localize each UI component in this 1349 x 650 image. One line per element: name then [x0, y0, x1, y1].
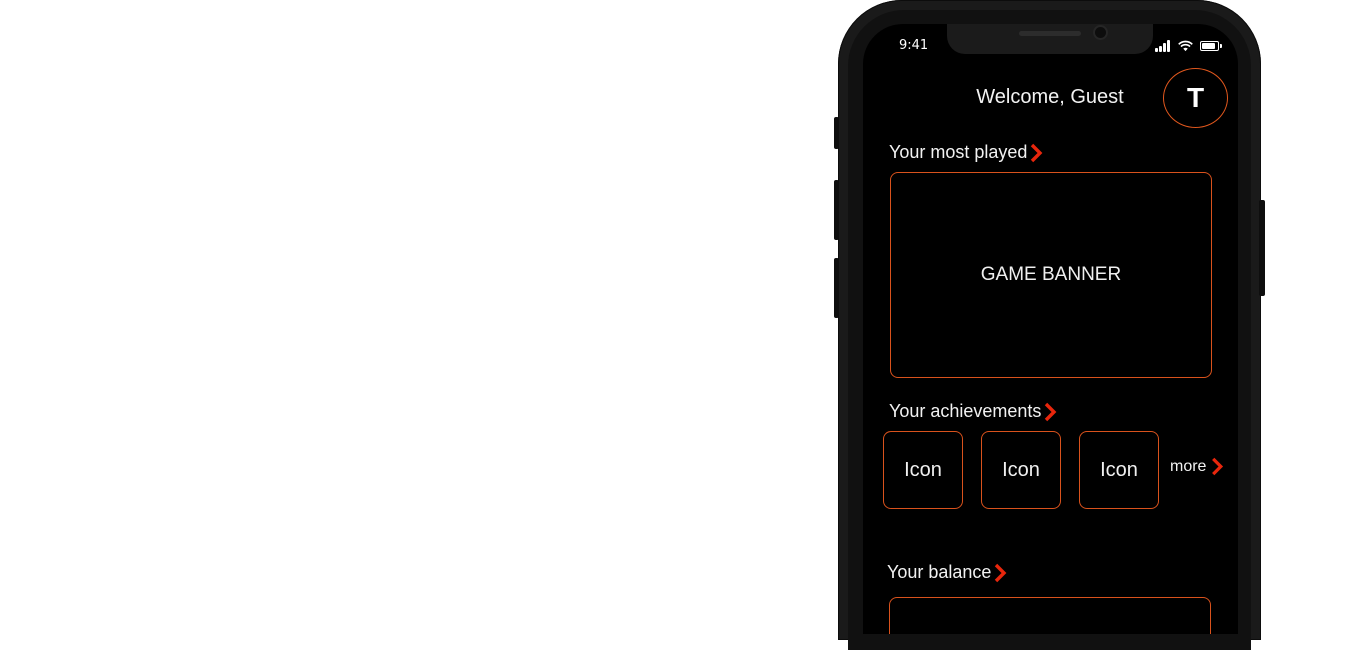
signal-icon [1155, 40, 1173, 52]
notch [947, 24, 1153, 54]
phone-power-button [1259, 200, 1265, 296]
chevron-right-icon [1212, 457, 1224, 476]
phone-side-button [834, 117, 839, 149]
achievement-icon[interactable]: Icon [1079, 431, 1159, 509]
most-played-heading[interactable]: Your most played [889, 142, 1043, 163]
achievements-title: Your achievements [889, 401, 1042, 421]
achievements-heading[interactable]: Your achievements [889, 401, 1057, 422]
speaker [1019, 31, 1081, 36]
welcome-title: Welcome, Guest [976, 86, 1124, 108]
most-played-title: Your most played [889, 142, 1028, 162]
more-achievements-link[interactable]: more [1170, 457, 1224, 476]
status-time: 9:41 [899, 38, 929, 53]
app-screen: 9:41 Welcome, Guest T Your most played G… [863, 24, 1238, 634]
achievement-icon-label: Icon [1002, 458, 1040, 481]
avatar[interactable]: T [1163, 68, 1228, 128]
phone-volume-up [834, 180, 839, 240]
front-camera [1095, 27, 1106, 38]
achievement-icon-label: Icon [904, 458, 942, 481]
balance-title: Your balance [887, 562, 992, 582]
balance-heading[interactable]: Your balance [887, 562, 1007, 583]
game-banner[interactable]: GAME BANNER [890, 172, 1212, 378]
achievement-icon-label: Icon [1100, 458, 1138, 481]
chevron-right-icon [995, 563, 1007, 582]
chevron-right-icon [1045, 402, 1057, 421]
phone-volume-down [834, 258, 839, 318]
game-banner-label: GAME BANNER [980, 264, 1122, 285]
more-label: more [1170, 457, 1207, 475]
achievement-icon[interactable]: Icon [883, 431, 963, 509]
wifi-icon [1178, 40, 1193, 52]
balance-card[interactable] [889, 597, 1211, 634]
chevron-right-icon [1031, 143, 1043, 162]
achievement-icon[interactable]: Icon [981, 431, 1061, 509]
battery-icon [1200, 41, 1222, 51]
